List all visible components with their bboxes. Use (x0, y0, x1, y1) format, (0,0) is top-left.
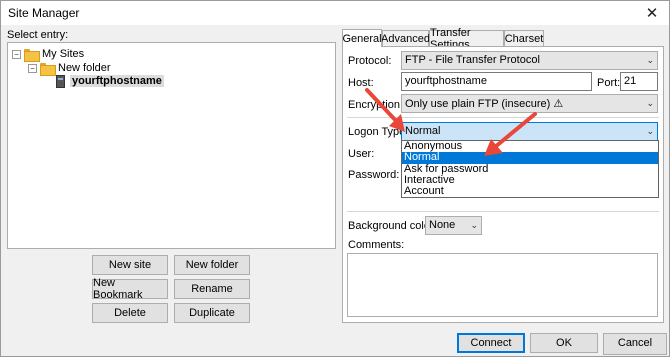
window-title: Site Manager (8, 6, 80, 20)
option-account[interactable]: Account (402, 185, 658, 197)
rename-button[interactable]: Rename (174, 279, 250, 299)
port-input[interactable]: 21 (620, 72, 658, 91)
delete-button[interactable]: Delete (92, 303, 168, 323)
folder-icon (40, 62, 56, 76)
annotation-arrow-icon (365, 88, 405, 132)
site-manager-window: Site Manager ✕ Select entry: − My Sites … (0, 0, 670, 357)
annotation-arrow-icon (484, 112, 537, 156)
background-color-value: None (429, 219, 456, 231)
tree-item-label: My Sites (42, 48, 85, 60)
tree-item-label: New folder (58, 62, 111, 74)
title-bar: Site Manager ✕ (1, 1, 669, 25)
chevron-down-icon: ⌄ (646, 126, 654, 136)
new-folder-button[interactable]: New folder (174, 255, 250, 275)
new-bookmark-button[interactable]: New Bookmark (92, 277, 168, 301)
collapse-icon[interactable]: − (12, 49, 21, 59)
comments-label: Comments: (348, 239, 405, 251)
collapse-icon[interactable]: − (28, 63, 37, 73)
cancel-button[interactable]: Cancel (603, 333, 667, 355)
chevron-down-icon: ⌄ (646, 55, 654, 65)
protocol-select[interactable]: FTP - File Transfer Protocol ⌄ (401, 51, 658, 70)
connect-button[interactable]: Connect (457, 333, 525, 353)
tab-transfer-settings[interactable]: Transfer Settings (429, 27, 504, 51)
duplicate-button[interactable]: Duplicate (174, 303, 250, 323)
tree-item-site[interactable]: yourftphostname (56, 74, 164, 88)
new-site-button[interactable]: New site (92, 255, 168, 275)
ok-button[interactable]: OK (530, 333, 598, 353)
divider (347, 211, 659, 212)
chevron-down-icon: ⌄ (470, 220, 478, 230)
tree-item-label: yourftphostname (70, 75, 164, 87)
site-tree[interactable]: − My Sites − New folder yourftphostname (7, 42, 336, 249)
folder-icon (24, 48, 40, 62)
password-label: Password: (348, 169, 400, 181)
port-label: Port: (597, 77, 621, 89)
tab-general[interactable]: General (342, 29, 382, 47)
close-icon[interactable]: ✕ (635, 1, 669, 25)
tree-item-new-folder[interactable]: − New folder (28, 61, 111, 76)
server-icon (56, 74, 65, 88)
user-label: User: (348, 148, 375, 160)
background-color-label: Background color: (348, 220, 437, 232)
tree-item-my-sites[interactable]: − My Sites (12, 47, 85, 62)
comments-textarea[interactable] (347, 253, 658, 317)
chevron-down-icon: ⌄ (646, 98, 654, 108)
select-entry-label: Select entry: (7, 29, 69, 41)
tab-charset[interactable]: Charset (504, 30, 544, 47)
protocol-value: FTP - File Transfer Protocol (405, 54, 540, 66)
host-input[interactable]: yourftphostname (401, 72, 592, 91)
tab-advanced[interactable]: Advanced (381, 30, 430, 47)
background-color-select[interactable]: None ⌄ (425, 216, 482, 235)
protocol-label: Protocol: (348, 55, 392, 67)
